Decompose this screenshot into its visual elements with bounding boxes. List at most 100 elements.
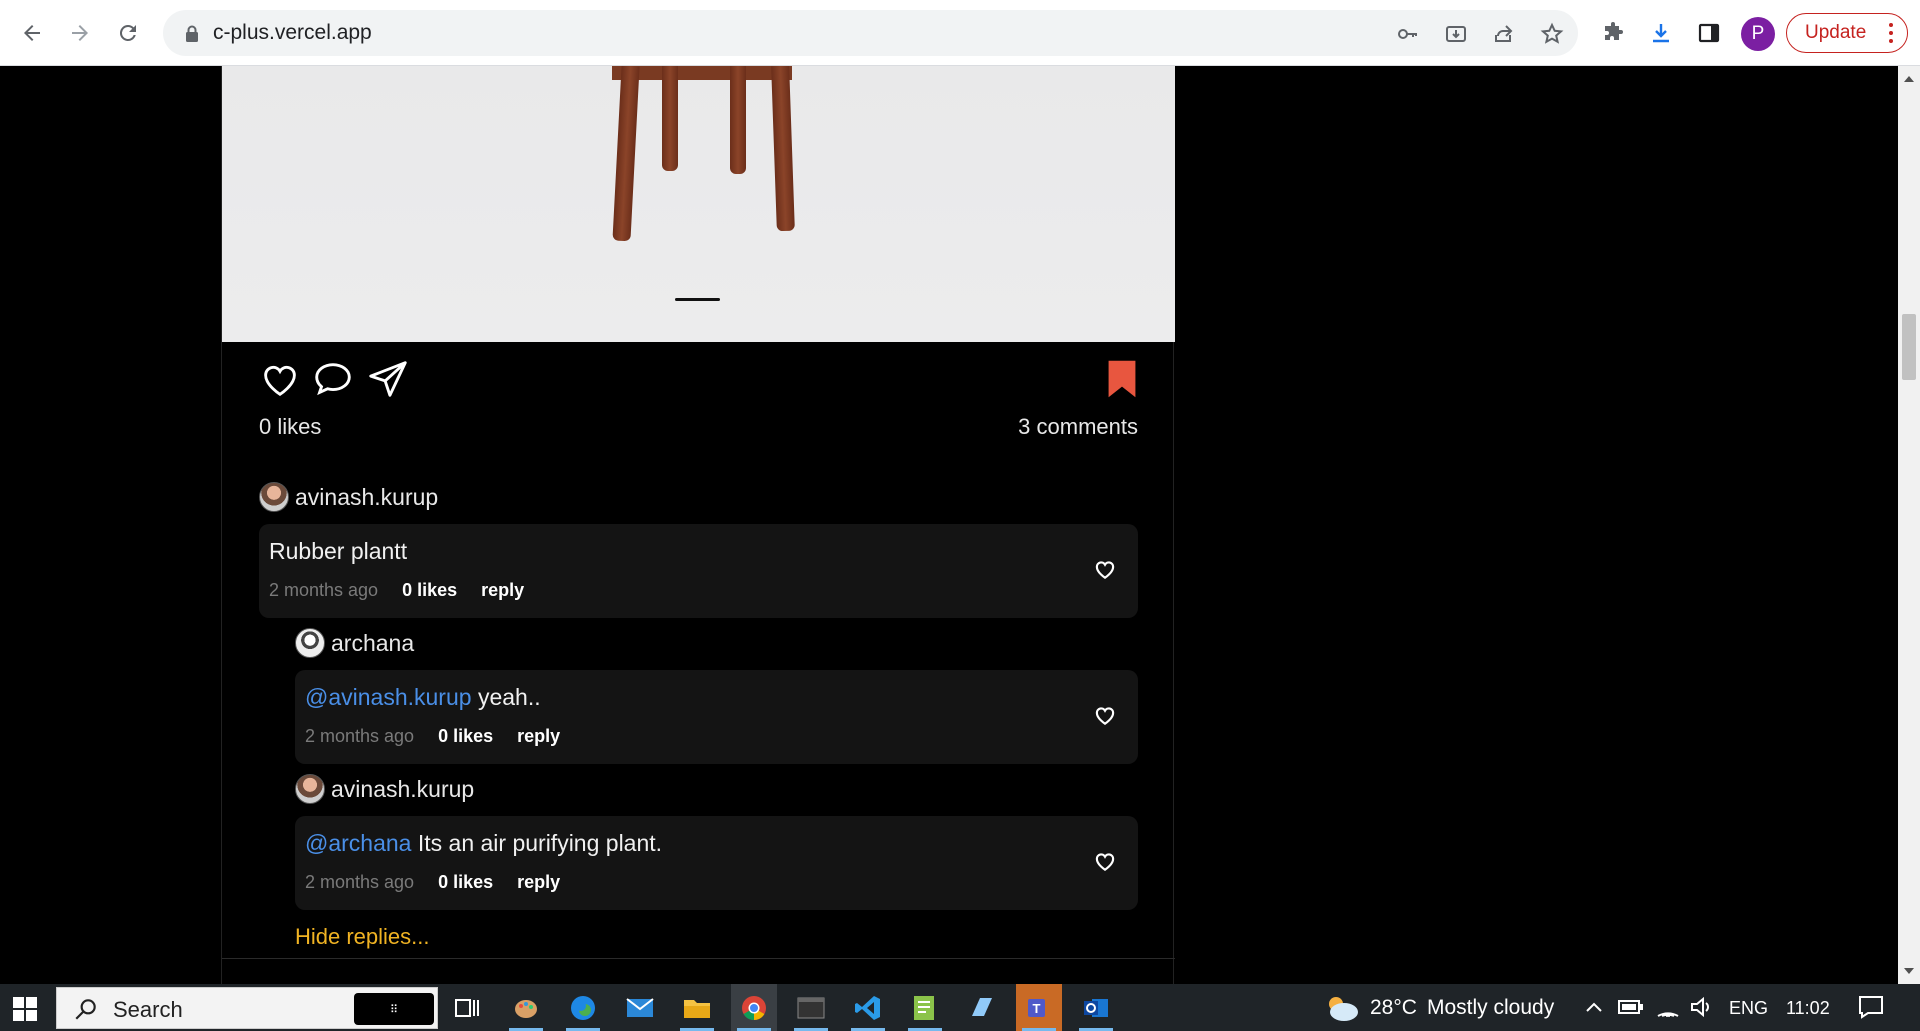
- page-viewport: 0 likes 3 comments avinash.kurup Rubber …: [0, 66, 1898, 984]
- key-icon[interactable]: [1391, 17, 1425, 51]
- address-bar[interactable]: c-plus.vercel.app: [163, 10, 1578, 56]
- forward-icon[interactable]: [60, 13, 100, 53]
- author-name[interactable]: avinash.kurup: [331, 776, 474, 803]
- share-icon[interactable]: [1487, 17, 1521, 51]
- comment-time: 2 months ago: [269, 580, 379, 600]
- avatar[interactable]: [295, 774, 325, 804]
- post-image[interactable]: [222, 66, 1175, 342]
- volume-icon[interactable]: [1690, 996, 1714, 1018]
- weather-temp[interactable]: 28°C: [1370, 996, 1417, 1020]
- reply-button[interactable]: reply: [517, 726, 560, 747]
- profile-avatar[interactable]: P: [1741, 17, 1775, 51]
- language-indicator[interactable]: ENG: [1729, 998, 1768, 1019]
- edge-app-icon[interactable]: [560, 984, 606, 1031]
- mail-app-icon[interactable]: [617, 984, 663, 1031]
- author-name[interactable]: avinash.kurup: [295, 484, 438, 511]
- scroll-up-icon[interactable]: [1904, 76, 1914, 82]
- sidepanel-icon[interactable]: [1689, 13, 1729, 53]
- comment-body: yeah..: [471, 684, 541, 710]
- notes-app-icon[interactable]: [959, 984, 1005, 1031]
- comment-author[interactable]: avinash.kurup: [259, 482, 438, 512]
- chrome-app-icon[interactable]: [731, 984, 777, 1031]
- notifications-icon[interactable]: [1858, 995, 1884, 1019]
- comment: @avinash.kurup yeah.. 2 months ago 0 lik…: [295, 670, 1138, 764]
- comment-meta: 2 months ago 0 likes reply: [305, 872, 560, 893]
- lock-icon[interactable]: [175, 17, 209, 51]
- comment-text: @avinash.kurup yeah..: [305, 684, 541, 711]
- star-icon[interactable]: [1535, 17, 1569, 51]
- comment-text: Rubber plantt: [269, 538, 407, 565]
- bookmark-icon[interactable]: [1099, 356, 1145, 402]
- notepad-app-icon[interactable]: [902, 984, 948, 1031]
- reply-button[interactable]: reply: [481, 580, 524, 601]
- comment-time: 2 months ago: [305, 872, 415, 892]
- stand-leg: [662, 66, 678, 171]
- search-icon: [75, 999, 96, 1020]
- menu-dots-icon: [1889, 23, 1893, 47]
- stand-leg: [771, 66, 795, 232]
- scroll-down-icon[interactable]: [1904, 968, 1914, 974]
- mention-link[interactable]: @archana: [305, 830, 411, 856]
- stand-leg: [612, 66, 640, 242]
- reload-icon[interactable]: [108, 13, 148, 53]
- taskbar: Search ⠿ T 28°C Mostly cloudy ENG 11:02: [0, 984, 1920, 1031]
- avatar[interactable]: [259, 482, 289, 512]
- taskbar-search[interactable]: Search ⠿: [56, 987, 438, 1029]
- page-scrollbar[interactable]: [1898, 66, 1920, 984]
- comment-text: @archana Its an air purifying plant.: [305, 830, 662, 857]
- svg-text:T: T: [1033, 1001, 1041, 1016]
- vscode-app-icon[interactable]: [845, 984, 891, 1031]
- avatar[interactable]: [295, 628, 325, 658]
- weather-desc[interactable]: Mostly cloudy: [1427, 996, 1554, 1020]
- file-explorer-icon[interactable]: [674, 984, 720, 1031]
- browser-toolbar: c-plus.vercel.app P Update: [0, 0, 1920, 66]
- author-name[interactable]: archana: [331, 630, 414, 657]
- comments-count[interactable]: 3 comments: [1018, 414, 1138, 440]
- comment-likes[interactable]: 0 likes: [402, 580, 457, 601]
- share-icon[interactable]: [365, 356, 411, 402]
- comment-time: 2 months ago: [305, 726, 415, 746]
- post-card: 0 likes 3 comments avinash.kurup Rubber …: [221, 66, 1175, 984]
- terminal-app-icon[interactable]: [788, 984, 834, 1031]
- battery-icon[interactable]: [1618, 998, 1644, 1016]
- task-view-icon[interactable]: [444, 984, 490, 1031]
- paint-app-icon[interactable]: [503, 984, 549, 1031]
- comment: Rubber plantt 2 months ago 0 likes reply: [259, 524, 1138, 618]
- comment-likes[interactable]: 0 likes: [438, 872, 493, 893]
- likes-count[interactable]: 0 likes: [259, 414, 321, 440]
- search-placeholder: Search: [113, 997, 183, 1022]
- chevron-up-icon[interactable]: [1585, 1000, 1603, 1014]
- scroll-thumb[interactable]: [1902, 314, 1916, 380]
- update-label: Update: [1805, 22, 1867, 43]
- comment-likes[interactable]: 0 likes: [438, 726, 493, 747]
- windows-start-icon[interactable]: [13, 997, 37, 1021]
- download-icon[interactable]: [1641, 13, 1681, 53]
- like-icon[interactable]: [257, 356, 303, 402]
- reply-button[interactable]: reply: [517, 872, 560, 893]
- comment-author[interactable]: avinash.kurup: [295, 774, 474, 804]
- stand-leg: [730, 66, 746, 174]
- install-icon[interactable]: [1439, 17, 1473, 51]
- comment-meta: 2 months ago 0 likes reply: [305, 726, 560, 747]
- search-highlight-icon: ⠿: [354, 993, 434, 1025]
- comment-icon[interactable]: [310, 356, 356, 402]
- carousel-indicator[interactable]: [675, 298, 720, 301]
- comment-body: Rubber plantt: [269, 538, 408, 564]
- teams-app-icon[interactable]: T: [1016, 984, 1062, 1031]
- hide-replies-link[interactable]: Hide replies...: [295, 924, 430, 950]
- weather-cloud-icon[interactable]: [1322, 992, 1362, 1024]
- wifi-icon[interactable]: [1656, 996, 1680, 1018]
- mention-link[interactable]: @avinash.kurup: [305, 684, 472, 710]
- back-icon[interactable]: [12, 13, 52, 53]
- comment-body: Its an air purifying plant.: [411, 830, 663, 856]
- comment: @archana Its an air purifying plant. 2 m…: [295, 816, 1138, 910]
- comment-like-icon[interactable]: [1092, 848, 1118, 874]
- update-button[interactable]: Update: [1786, 13, 1908, 53]
- url-text[interactable]: c-plus.vercel.app: [213, 10, 372, 56]
- comment-author[interactable]: archana: [295, 628, 414, 658]
- clock[interactable]: 11:02: [1786, 998, 1830, 1019]
- extensions-icon[interactable]: [1593, 13, 1633, 53]
- outlook-app-icon[interactable]: [1073, 984, 1119, 1031]
- comment-like-icon[interactable]: [1092, 556, 1118, 582]
- comment-like-icon[interactable]: [1092, 702, 1118, 728]
